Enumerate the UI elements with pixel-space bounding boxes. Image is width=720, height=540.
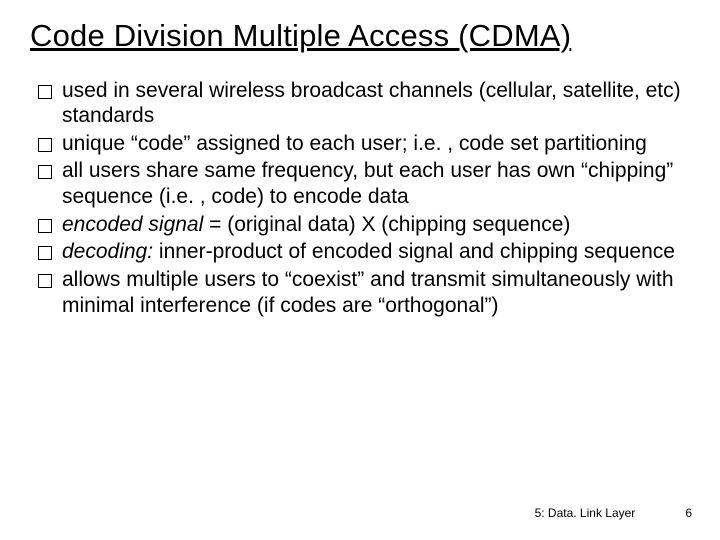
bullet-text: decoding: inner-product of encoded signa… (62, 239, 690, 265)
bullet-text-rest: = (original data) X (chipping sequence) (203, 213, 570, 236)
footer-page-number: 6 (685, 506, 692, 520)
bullet-square-icon (38, 138, 52, 152)
emphasis: encoded signal (62, 213, 203, 236)
bullet-text: allows multiple users to “coexist” and t… (62, 267, 690, 318)
bullet-square-icon (38, 219, 52, 233)
list-item: unique “code” assigned to each user; i.e… (38, 131, 690, 157)
slide: Code Division Multiple Access (CDMA) use… (0, 0, 720, 540)
slide-footer: 5: Data. Link Layer 6 (535, 506, 692, 520)
bullet-text: unique “code” assigned to each user; i.e… (62, 131, 690, 157)
emphasis: decoding: (62, 240, 153, 263)
bullet-square-icon (38, 85, 52, 99)
list-item: decoding: inner-product of encoded signa… (38, 239, 690, 265)
list-item: encoded signal = (original data) X (chip… (38, 212, 690, 238)
bullet-list: used in several wireless broadcast chann… (38, 78, 690, 318)
bullet-square-icon (38, 165, 52, 179)
list-item: allows multiple users to “coexist” and t… (38, 267, 690, 318)
bullet-text-rest: inner-product of encoded signal and chip… (153, 240, 675, 263)
bullet-square-icon (38, 274, 52, 288)
list-item: all users share same frequency, but each… (38, 158, 690, 209)
bullet-text: used in several wireless broadcast chann… (62, 78, 690, 129)
footer-chapter: 5: Data. Link Layer (535, 506, 636, 520)
bullet-text: all users share same frequency, but each… (62, 158, 690, 209)
bullet-text: encoded signal = (original data) X (chip… (62, 212, 690, 238)
bullet-square-icon (38, 246, 52, 260)
list-item: used in several wireless broadcast chann… (38, 78, 690, 129)
slide-title: Code Division Multiple Access (CDMA) (30, 18, 690, 54)
